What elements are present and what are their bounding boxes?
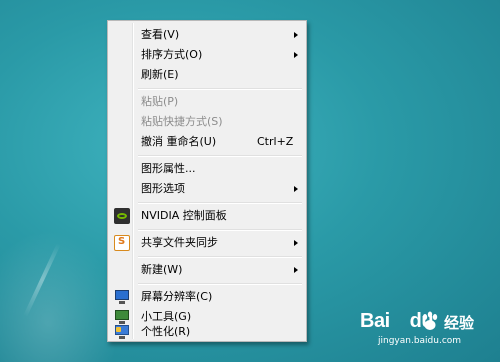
menu-item-label: NVIDIA 控制面板 [141,209,227,222]
menu-item-label: 共享文件夹同步 [141,236,218,249]
watermark-product: 经验 [444,314,475,332]
menu-item-shared-folder-sync[interactable]: 共享文件夹同步 [110,233,304,253]
menu-item-view[interactable]: 查看(V) [110,25,304,45]
menu-item-label: 粘贴快捷方式(S) [141,115,223,128]
submenu-arrow-icon [294,267,298,273]
menu-item-label: 排序方式(O) [141,48,203,61]
menu-item-graphics-properties[interactable]: 图形属性... [110,159,304,179]
menu-item-personalize[interactable]: 个性化(R) [110,322,304,342]
desktop-context-menu: 查看(V) 排序方式(O) 刷新(E) 粘贴(P) 粘贴快捷方式(S) 撤消 重… [107,20,307,342]
menu-item-label: 新建(W) [141,263,183,276]
menu-item-graphics-options[interactable]: 图形选项 [110,179,304,199]
menu-item-label: 粘贴(P) [141,95,179,108]
submenu-arrow-icon [294,240,298,246]
submenu-arrow-icon [294,52,298,58]
menu-item-label: 屏幕分辨率(C) [141,290,213,303]
menu-separator [138,229,302,231]
menu-item-label: 个性化(R) [141,325,191,338]
submenu-arrow-icon [294,186,298,192]
menu-item-nvidia-control-panel[interactable]: NVIDIA 控制面板 [110,206,304,226]
menu-item-undo-rename[interactable]: 撤消 重命名(U) Ctrl+Z [110,132,304,152]
menu-item-paste-shortcut[interactable]: 粘贴快捷方式(S) [110,112,304,132]
menu-item-new[interactable]: 新建(W) [110,260,304,280]
baidu-paw-icon [422,311,438,330]
share-sync-icon [114,234,130,251]
menu-item-sort-by[interactable]: 排序方式(O) [110,45,304,65]
menu-separator [138,202,302,204]
baidu-jingyan-watermark: Bai du 经验 jingyan.baidu.com [360,310,495,358]
menu-item-label: 撤消 重命名(U) [141,135,217,148]
menu-separator [138,88,302,90]
menu-item-paste[interactable]: 粘贴(P) [110,92,304,112]
menu-item-shortcut: Ctrl+Z [257,135,294,148]
menu-item-label: 查看(V) [141,28,180,41]
nvidia-icon [114,208,130,224]
menu-item-label: 刷新(E) [141,68,179,81]
menu-item-label: 图形选项 [141,182,185,195]
wallpaper-glow [0,230,120,362]
watermark-url: jingyan.baidu.com [378,336,462,346]
menu-separator [138,283,302,285]
menu-item-refresh[interactable]: 刷新(E) [110,65,304,85]
menu-separator [138,256,302,258]
menu-separator [138,155,302,157]
menu-item-screen-resolution[interactable]: 屏幕分辨率(C) [110,287,304,307]
monitor-icon [114,289,130,305]
personalize-icon [114,324,130,340]
menu-item-label: 图形属性... [141,162,196,175]
submenu-arrow-icon [294,32,298,38]
